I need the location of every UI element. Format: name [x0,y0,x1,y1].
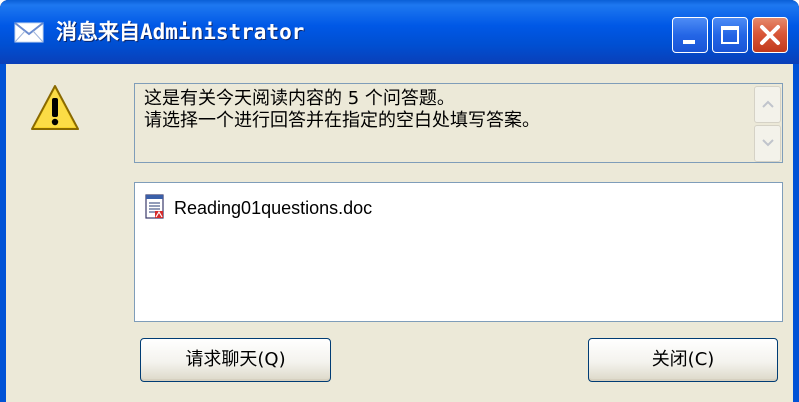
close-button[interactable]: 关闭(C) [588,338,778,382]
maximize-button[interactable] [712,17,748,53]
maximize-icon [721,26,739,44]
warning-icon [31,85,79,130]
attachment-filename: Reading01questions.doc [174,198,373,218]
envelope-icon [14,22,44,43]
chevron-down-icon [762,139,774,147]
close-window-button[interactable] [752,17,788,53]
message-dialog-window: 消息来自Administrator 这是有关今天阅读内容的 5 个问答题。 请选… [0,0,799,402]
request-chat-button[interactable]: 请求聊天(Q) [140,338,331,382]
scroll-down-button[interactable] [754,125,781,162]
message-text: 这是有关今天阅读内容的 5 个问答题。 请选择一个进行回答并在指定的空白处填写答… [144,88,540,131]
minimize-button[interactable] [672,17,708,53]
chevron-up-icon [762,100,774,108]
minimize-icon [683,40,695,44]
word-document-icon [145,194,164,219]
scroll-up-button[interactable] [754,86,781,123]
title-bar[interactable]: 消息来自Administrator [0,0,799,64]
close-icon [760,25,780,45]
window-title: 消息来自Administrator [56,20,305,44]
window-frame-right [793,64,799,402]
